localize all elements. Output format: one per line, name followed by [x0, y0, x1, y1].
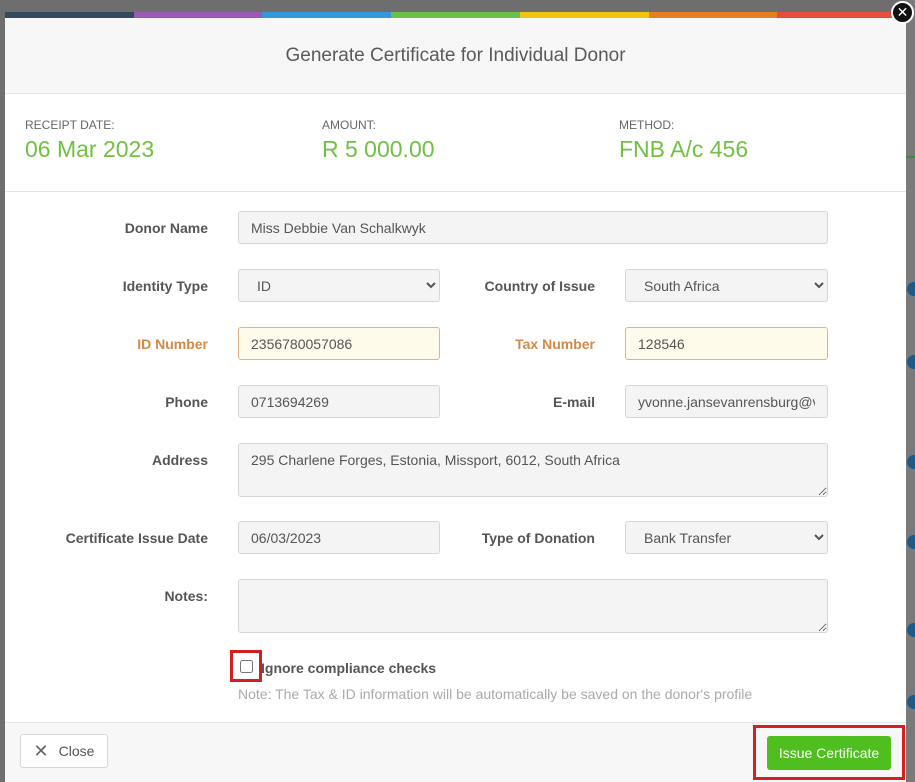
background-dot [907, 282, 915, 296]
phone-input[interactable] [238, 385, 440, 418]
email-input[interactable] [625, 385, 828, 418]
color-strip-segment [5, 12, 134, 18]
close-button-label: Close [58, 743, 95, 759]
color-strip-segment [519, 12, 649, 18]
color-strip-segment [648, 12, 778, 18]
method-value: FNB A/c 456 [619, 136, 749, 162]
address-label: Address [151, 452, 208, 468]
donation-type-label: Type of Donation [481, 530, 595, 546]
amount-value: R 5 000.00 [322, 136, 435, 162]
certificate-modal: Generate Certificate for Individual Dono… [5, 12, 906, 782]
country-select[interactable]: South Africa [625, 269, 828, 302]
close-button[interactable]: ✕ Close [20, 734, 108, 768]
country-label: Country of Issue [484, 278, 595, 294]
phone-label: Phone [165, 394, 208, 410]
modal-close-icon[interactable]: ✕ [891, 1, 914, 24]
donor-name-input[interactable] [238, 211, 828, 244]
method-block: METHOD: FNB A/c 456 [619, 118, 748, 163]
ignore-compliance-checkbox[interactable] [239, 659, 253, 673]
color-strip-segment [777, 12, 906, 18]
issue-certificate-button[interactable]: Issue Certificate [767, 735, 891, 770]
modal-title: Generate Certificate for Individual Dono… [285, 44, 626, 66]
color-strip-segment [391, 12, 520, 18]
receipt-summary: RECEIPT DATE: 06 Mar 2023 AMOUNT: R 5 00… [5, 94, 906, 192]
receipt-date-value: 06 Mar 2023 [25, 136, 155, 162]
donor-form: Donor Name Identity Type ID Country of I… [5, 192, 906, 729]
color-strip [5, 12, 906, 18]
color-strip-segment [133, 12, 263, 18]
tax-number-input[interactable] [625, 327, 828, 360]
background-page [905, 0, 915, 782]
receipt-date-block: RECEIPT DATE: 06 Mar 2023 [25, 118, 154, 163]
tax-number-label: Tax Number [515, 336, 595, 352]
background-dot [907, 695, 915, 709]
background-dot [907, 623, 915, 637]
issue-button-highlight: Issue Certificate [753, 725, 905, 780]
background-divider [905, 156, 915, 158]
ignore-compliance-label[interactable]: Ignore compliance checks [261, 660, 436, 676]
identity-type-label: Identity Type [122, 278, 208, 294]
background-dot [907, 535, 915, 549]
email-label: E-mail [552, 394, 595, 410]
tax-id-note: Note: The Tax & ID information will be a… [238, 686, 753, 702]
amount-block: AMOUNT: R 5 000.00 [322, 118, 435, 163]
address-textarea[interactable]: 295 Charlene Forges, Estonia, Missport, … [238, 443, 828, 497]
modal-footer: ✕ Close Issue Certificate [5, 722, 906, 782]
issue-date-label: Certificate Issue Date [65, 530, 208, 546]
background-dot [907, 355, 915, 369]
background-dot [907, 455, 915, 469]
id-number-label: ID Number [137, 336, 208, 352]
amount-label: AMOUNT: [322, 118, 376, 132]
identity-type-select[interactable]: ID [238, 269, 440, 302]
notes-label: Notes: [164, 588, 208, 604]
id-number-input[interactable] [238, 327, 440, 360]
donation-type-select[interactable]: Bank Transfer [625, 521, 828, 554]
ignore-checkbox-highlight [230, 650, 262, 682]
modal-header: Generate Certificate for Individual Dono… [5, 18, 906, 94]
method-label: METHOD: [619, 118, 675, 132]
notes-textarea[interactable] [238, 579, 828, 633]
receipt-date-label: RECEIPT DATE: [25, 118, 115, 132]
color-strip-segment [262, 12, 392, 18]
donor-name-label: Donor Name [124, 220, 208, 236]
issue-date-input[interactable] [238, 521, 440, 554]
close-icon: ✕ [33, 740, 49, 761]
